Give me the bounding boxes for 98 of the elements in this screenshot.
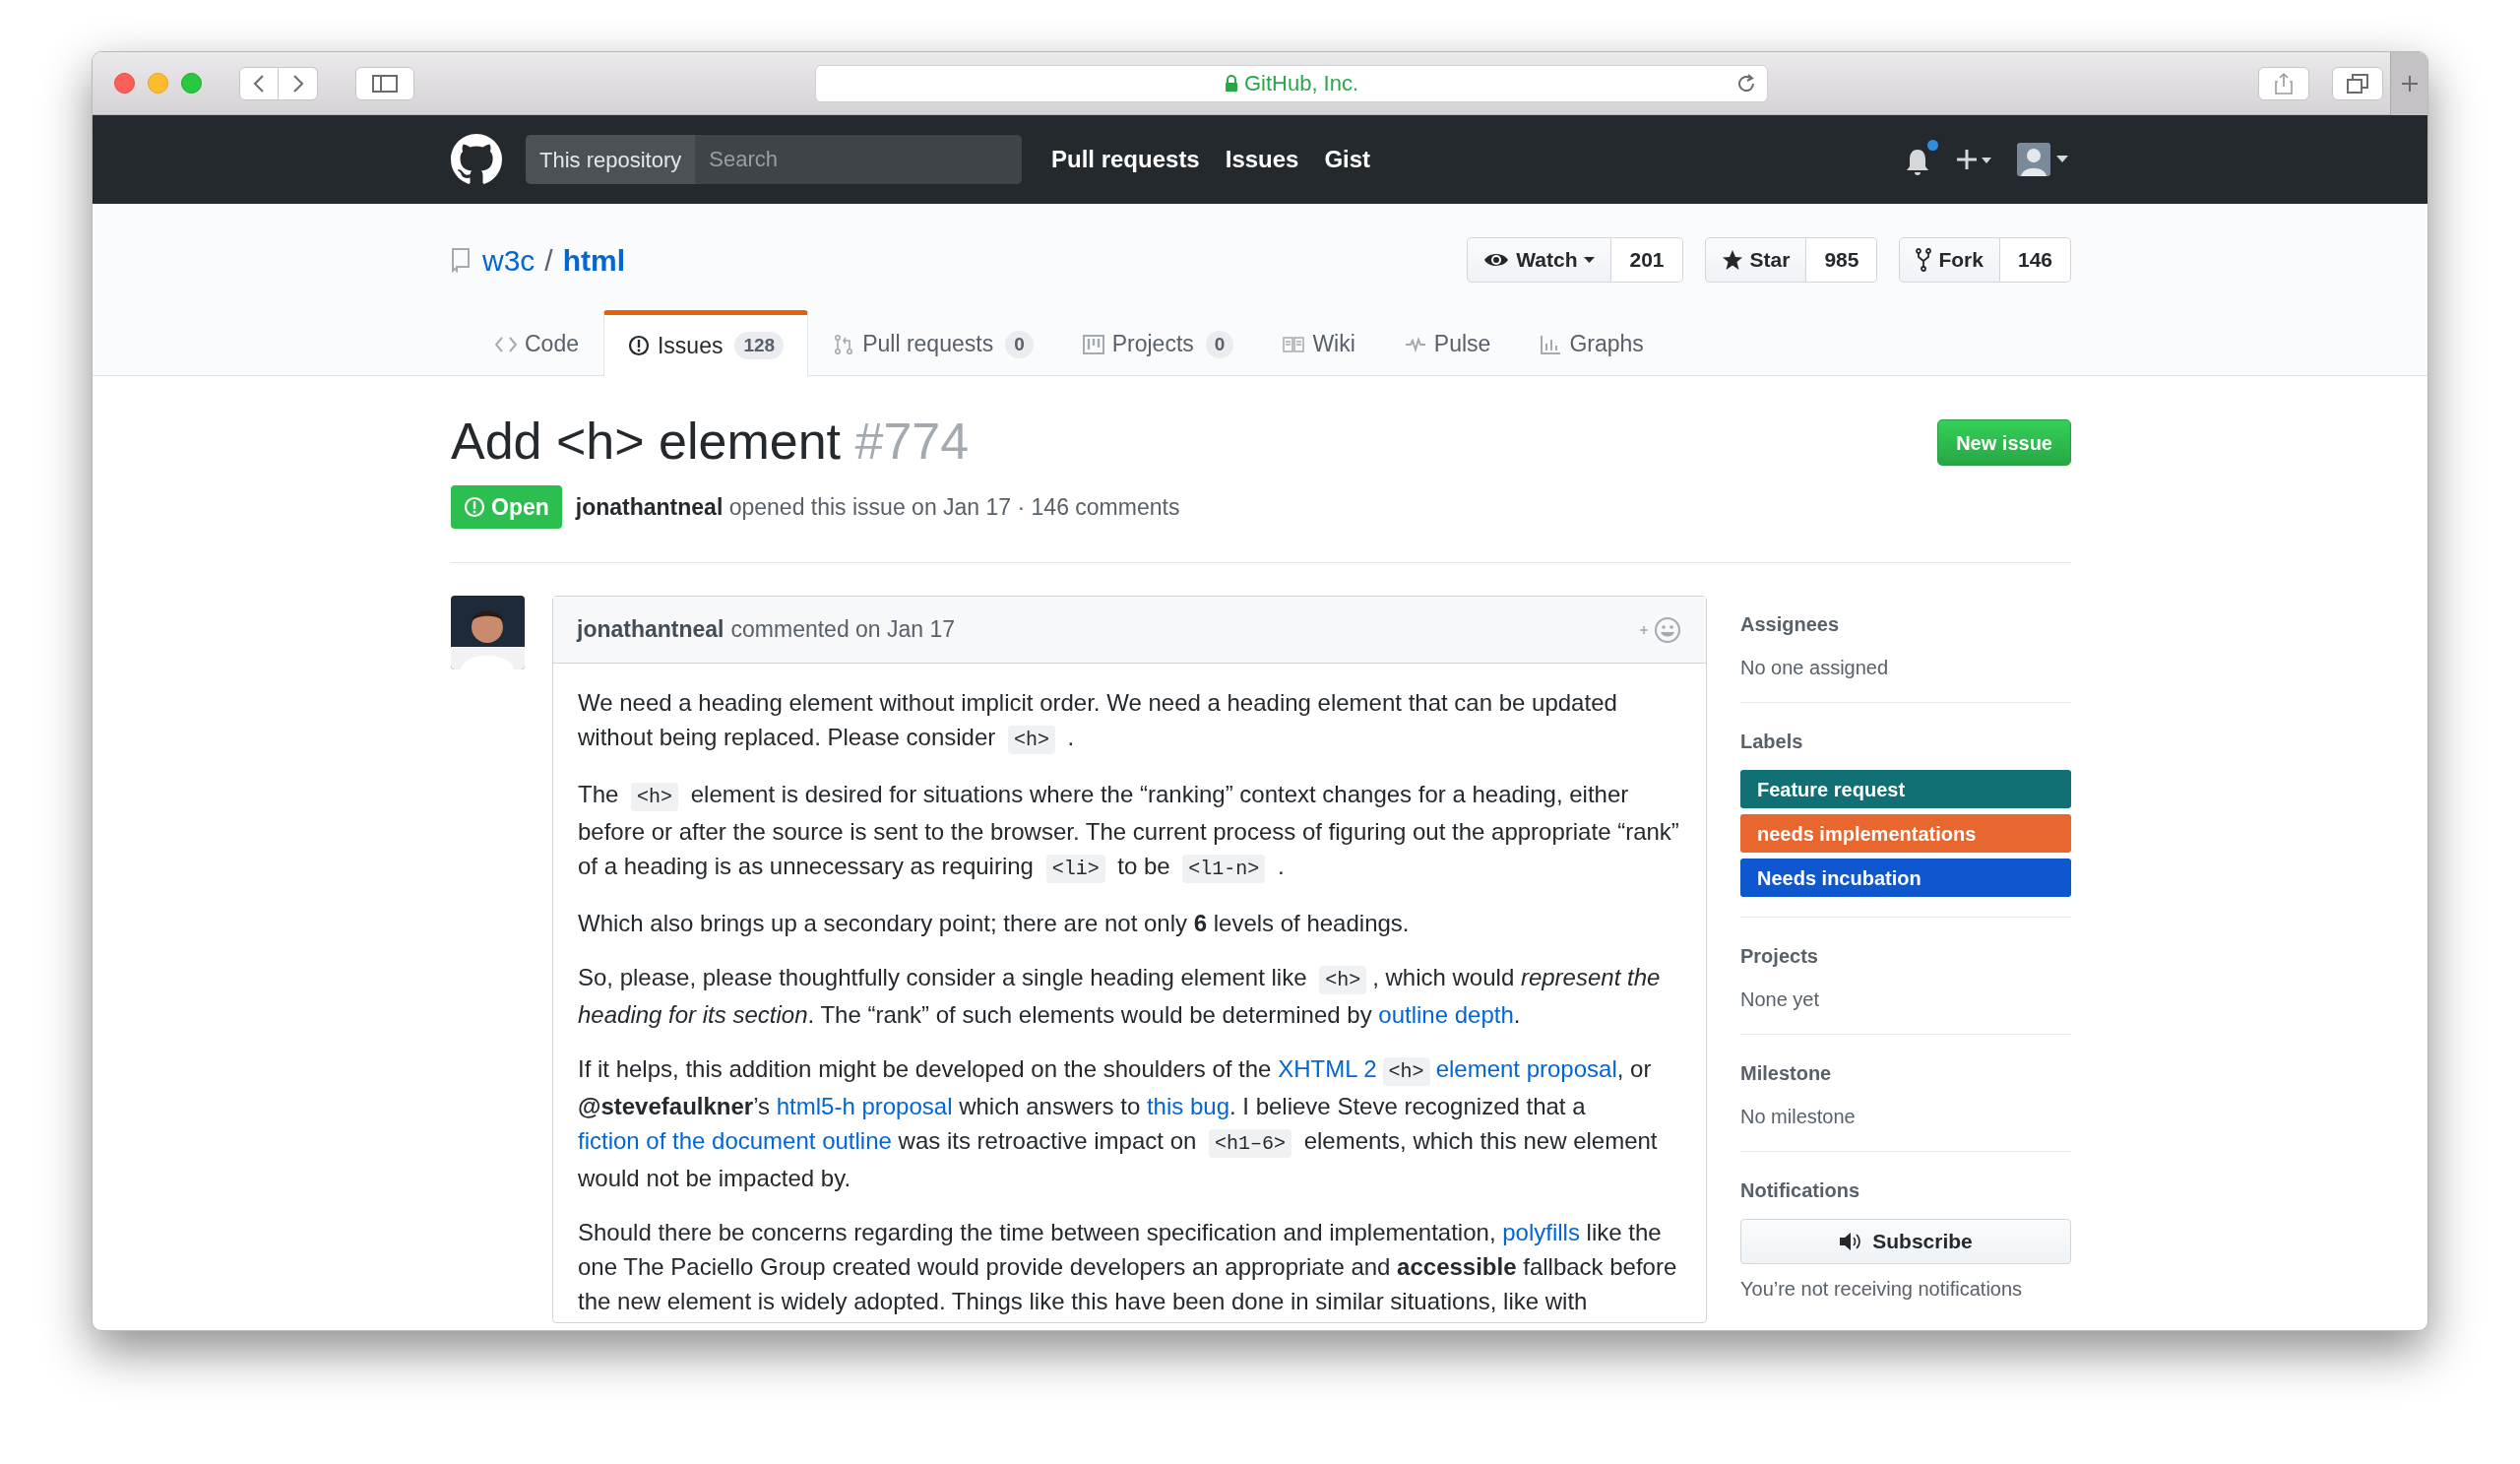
create-new-icon[interactable]: [1956, 148, 1993, 171]
label-tag[interactable]: Feature request: [1740, 770, 2071, 809]
repository-name-link[interactable]: html: [562, 237, 626, 283]
inline-code: <l1-n>: [1182, 855, 1266, 884]
paragraph: So, please, please thoughtfully consider a single heading element like <h> , which would represent the heading for its section. The “rank” of such elements would be determined by outline depth.: [578, 963, 1662, 1031]
chevron-left-icon: [253, 73, 265, 94]
paragraph: Which also brings up a secondary point; there are not only 6 levels of headings.: [578, 909, 1411, 939]
sidebar-heading: Notifications: [1740, 1178, 1861, 1204]
sidebar-heading: Labels: [1740, 730, 1804, 755]
address-bar[interactable]: GitHub, Inc.: [815, 64, 1768, 102]
repo-tab[interactable]: Graphs: [1515, 309, 1669, 375]
fork-icon: [1916, 248, 1932, 272]
link[interactable]: this bug: [1146, 1093, 1229, 1120]
star-count[interactable]: 985: [1806, 237, 1878, 283]
bar-chart-icon: [1540, 333, 1562, 355]
tabs-icon: [2347, 73, 2368, 94]
sidebar-heading: Milestone: [1740, 1061, 1833, 1087]
link[interactable]: polyfills: [1502, 1219, 1580, 1246]
share-icon: [2275, 72, 2293, 95]
site-name: GitHub, Inc.: [1243, 70, 1359, 97]
add-reaction-icon[interactable]: [1639, 615, 1682, 644]
link[interactable]: fiction of the document outline: [578, 1127, 892, 1155]
sidebar-value: No one assigned: [1740, 656, 1890, 681]
star-button[interactable]: Star: [1704, 237, 1807, 283]
link[interactable]: XHTML 2: [1278, 1055, 1377, 1083]
lock-icon: [1224, 74, 1238, 93]
nav-link[interactable]: Gist: [1324, 142, 1371, 177]
sidebar-heading: Assignees: [1740, 612, 1841, 638]
repository-owner-link[interactable]: w3c: [482, 237, 536, 283]
tabs-overview-button[interactable]: [2332, 66, 2383, 100]
search-scope[interactable]: This repository: [526, 135, 696, 184]
chevron-right-icon: [291, 73, 304, 94]
sidebar-icon: [372, 74, 398, 93]
comment-meta: commented on Jan 17: [730, 615, 956, 645]
count-badge: 0: [1005, 330, 1034, 358]
eye-icon: [1483, 251, 1510, 269]
new-tab-button[interactable]: [2390, 52, 2427, 115]
sidebar-heading: Projects: [1740, 944, 1819, 970]
inline-code: <li>: [1045, 855, 1105, 884]
repo-tab[interactable]: Pulse: [1379, 309, 1516, 375]
issue-icon: [464, 496, 485, 519]
user-avatar[interactable]: [2017, 143, 2050, 176]
fork-button[interactable]: Fork: [1899, 237, 2000, 283]
fork-count[interactable]: 146: [1999, 237, 2071, 283]
issue-number: #774: [854, 413, 970, 470]
zoom-window-button[interactable]: [181, 73, 202, 94]
sidebar-value: No milestone: [1740, 1105, 1857, 1130]
author-link[interactable]: jonathantneal: [575, 493, 724, 520]
subscribe-button[interactable]: Subscribe: [1740, 1219, 2071, 1265]
issue-meta: jonathantneal opened this issue on Jan 17 · 146 comments: [575, 492, 1180, 522]
reload-icon[interactable]: [1735, 72, 1757, 95]
link[interactable]: html5-h proposal: [776, 1093, 953, 1120]
paragraph: We need a heading element without implicit order. We need a heading element that can be updated without being replaced. Please consider <h> .: [578, 685, 1681, 758]
sidebar-note: You’re not receiving notifications: [1740, 1277, 2024, 1303]
link[interactable]: outline depth: [1378, 1001, 1514, 1029]
repo-tab[interactable]: Pull requests 0: [808, 309, 1058, 375]
inline-code: <h>: [631, 783, 679, 812]
octocat-logo[interactable]: [451, 134, 502, 185]
paragraph: Should there be concerns regarding the time between specification and implementation, polyfills like the one The Paciello Group created would provide developers an appropriate and accessible fallback before the new element is widely adopted. Things like this have been done in similar situations, like with: [578, 1218, 1678, 1317]
watch-count[interactable]: 201: [1611, 237, 1683, 283]
sidebar-value: None yet: [1740, 987, 1821, 1013]
nav-link[interactable]: Pull requests: [1051, 142, 1200, 177]
repo-tab[interactable]: Wiki: [1258, 309, 1380, 375]
paragraph: The <h> element is desired for situations where the “ranking” context changes for a heading, either before or after the source is sent to the browser. The current process of figuring out the appropriate “rank” of a heading is as unnecessary as requiring <li> to be <l1-n> .: [578, 777, 1681, 887]
issue-title: Add <h> element: [451, 413, 842, 470]
comment-author[interactable]: jonathantneal: [577, 612, 724, 647]
star-icon: [1721, 249, 1743, 271]
repository-icon: [451, 247, 471, 273]
share-button[interactable]: [2258, 66, 2309, 100]
back-button[interactable]: [239, 66, 279, 100]
repo-tab[interactable]: Code: [471, 309, 603, 375]
issue-state-badge: Open: [451, 485, 562, 530]
sidebar-button[interactable]: [355, 66, 414, 100]
pull-request-icon: [833, 333, 855, 355]
search-field[interactable]: Search: [695, 135, 1022, 184]
label-tag[interactable]: Needs incubation: [1740, 859, 2071, 898]
issue-icon: [628, 335, 650, 356]
project-board-icon: [1082, 333, 1104, 355]
repo-tab[interactable]: Projects 0: [1057, 309, 1259, 375]
notifications-icon[interactable]: [1905, 148, 1930, 177]
forward-button[interactable]: [279, 66, 318, 100]
watch-button[interactable]: Watch: [1467, 237, 1612, 283]
link[interactable]: element proposal: [1435, 1055, 1617, 1083]
caret-icon: [1584, 256, 1596, 264]
inline-code: <h>: [1007, 726, 1055, 755]
label-tag[interactable]: needs implementations: [1740, 814, 2071, 854]
plus-icon: [2400, 74, 2419, 93]
count-badge: 128: [734, 332, 785, 359]
path-separator: /: [544, 242, 553, 279]
caret-icon[interactable]: [2056, 156, 2068, 163]
close-window-button[interactable]: [114, 73, 135, 94]
count-badge: 0: [1205, 330, 1234, 358]
repo-tab[interactable]: Issues 128: [603, 310, 809, 376]
paragraph: If it helps, this addition might be developed on the shoulders of the XHTML 2 <h> element proposal, or @stevefaulkner’s html5-h proposal which answers to this bug. I believe Steve recognized that a fiction of the document outline was its retroactive impact on <h1–6> elements, which this new element would not be impacted by.: [578, 1054, 1659, 1194]
inline-code: <h1–6>: [1209, 1129, 1292, 1159]
nav-link[interactable]: Issues: [1225, 142, 1299, 177]
inline-code: <h>: [1319, 966, 1367, 995]
inline-code: <h>: [1382, 1057, 1430, 1087]
